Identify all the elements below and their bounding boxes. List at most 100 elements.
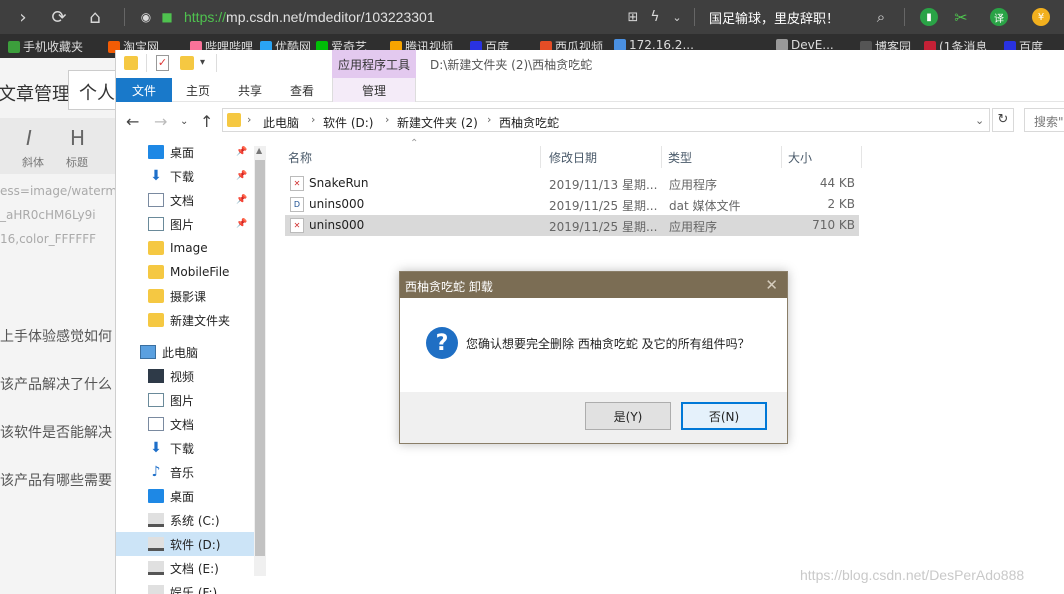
column-header-name[interactable]: 名称 xyxy=(282,146,541,168)
back-icon[interactable]: ← xyxy=(126,112,139,131)
search-icon[interactable]: ⌕ xyxy=(870,6,892,28)
tab-home[interactable]: 主页 xyxy=(174,78,222,102)
address-bar[interactable]: https://mp.csdn.net/mdeditor/103223301 xyxy=(184,9,435,25)
forward-icon[interactable]: › xyxy=(12,6,34,28)
nav-item[interactable]: 系统 (C:) xyxy=(116,508,256,532)
nav-scrollbar[interactable]: ▲ xyxy=(254,146,266,576)
dialog-message: 您确认想要完全删除 西柚贪吃蛇 及它的所有组件吗？ xyxy=(466,337,750,351)
forward-icon[interactable]: → xyxy=(154,112,167,131)
navigation-pane: 桌面 📌 ⬇ 下载 📌 文档 📌 图片 📌 Image MobileFile 摄影课 新建文件夹 此电脑视… xyxy=(116,138,266,594)
new-folder-icon[interactable] xyxy=(180,56,194,70)
breadcrumb-item[interactable]: 此电脑 xyxy=(263,114,299,131)
file-name: SnakeRun xyxy=(309,176,369,190)
nav-item[interactable]: 桌面 📌 xyxy=(116,140,256,164)
address-box[interactable]: › 此电脑 › 软件 (D:) › 新建文件夹 (2) › 西柚贪吃蛇 ⌄ xyxy=(222,108,990,132)
editor-tab[interactable]: 个人 xyxy=(68,70,115,110)
nav-item[interactable]: 软件 (D:) xyxy=(116,532,256,556)
document-icon xyxy=(148,193,164,207)
nav-item-label: 图片 xyxy=(170,393,195,408)
reload-icon[interactable]: ⟳ xyxy=(48,6,70,28)
no-button[interactable]: 否(N) xyxy=(681,402,767,430)
question-icon: ? xyxy=(426,327,458,359)
folder-icon[interactable] xyxy=(124,56,138,70)
heading-icon[interactable]: H xyxy=(70,126,85,150)
computer-icon xyxy=(140,345,156,359)
nav-item[interactable]: 文档 📌 xyxy=(116,188,256,212)
up-icon[interactable]: ↑ xyxy=(200,112,213,131)
nav-item-label: 文档 xyxy=(170,417,195,432)
column-header-type[interactable]: 类型 xyxy=(662,146,782,168)
breadcrumb-item[interactable]: 西柚贪吃蛇 xyxy=(499,114,559,131)
tab-share[interactable]: 共享 xyxy=(226,78,274,102)
properties-icon[interactable]: ✓ xyxy=(156,55,169,71)
nav-item[interactable]: MobileFile xyxy=(116,260,256,284)
tab-file[interactable]: 文件 xyxy=(116,78,172,102)
pin-icon[interactable]: 📌 xyxy=(236,147,247,157)
nav-item[interactable]: 此电脑 xyxy=(116,340,256,364)
dat-icon: D xyxy=(290,197,304,212)
nav-item[interactable]: 文档 (E:) xyxy=(116,556,256,580)
column-header-size[interactable]: 大小 xyxy=(782,146,862,168)
nav-item-label: 娱乐 (F:) xyxy=(170,585,218,594)
tab-view[interactable]: 查看 xyxy=(278,78,326,102)
search-input[interactable]: 搜索"西 xyxy=(1024,108,1064,132)
nav-item[interactable]: 视频 xyxy=(116,364,256,388)
scissors-icon[interactable]: ✂ xyxy=(950,6,972,28)
chevron-down-icon[interactable]: ⌄ xyxy=(180,116,188,127)
nav-item[interactable]: 桌面 xyxy=(116,484,256,508)
chevron-right-icon[interactable]: › xyxy=(385,113,389,126)
file-type: dat 媒体文件 xyxy=(669,199,741,213)
file-row[interactable]: ✕ unins000 2019/11/25 星期... 应用程序 710 KB xyxy=(285,215,859,236)
nav-item[interactable]: 图片 📌 xyxy=(116,212,256,236)
nav-item[interactable]: Image xyxy=(116,236,256,260)
refresh-icon[interactable]: ↻ xyxy=(992,108,1014,132)
nav-item[interactable]: 新建文件夹 xyxy=(116,308,256,332)
nav-item-label: Image xyxy=(170,241,208,255)
chevron-right-icon[interactable]: › xyxy=(247,113,251,126)
file-type: 应用程序 xyxy=(669,178,718,192)
file-row[interactable]: Dunins000 2019/11/25 星期... dat 媒体文件 2 KB xyxy=(285,194,859,215)
drive-icon xyxy=(148,561,164,575)
news-headline[interactable]: 国足输球，里皮辞职！ xyxy=(709,8,839,27)
lightning-icon[interactable]: ϟ xyxy=(644,6,666,28)
nav-item[interactable]: ⬇ 下载 xyxy=(116,436,256,460)
column-header-date[interactable]: 修改日期 xyxy=(543,146,662,168)
chevron-down-icon[interactable]: ▾ xyxy=(200,57,205,68)
grid-icon[interactable]: ⊞ xyxy=(622,6,644,28)
nav-item[interactable]: 摄影课 xyxy=(116,284,256,308)
ribbon-tabs: 文件 主页 共享 查看 管理 xyxy=(116,78,1064,102)
translate-icon[interactable]: 译 xyxy=(990,8,1008,26)
breadcrumb-item[interactable]: 新建文件夹 (2) xyxy=(397,114,478,131)
picture-icon xyxy=(148,393,164,407)
pin-icon[interactable]: 📌 xyxy=(236,219,247,229)
exe-icon: ✕ xyxy=(290,176,304,191)
chevron-down-icon[interactable]: ⌄ xyxy=(975,114,984,127)
nav-item[interactable]: 娱乐 (F:) xyxy=(116,580,256,594)
pin-icon[interactable]: 📌 xyxy=(236,195,247,205)
context-tool-label: 应用程序工具 xyxy=(332,50,416,78)
nav-item-label: 新建文件夹 xyxy=(170,313,231,328)
italic-icon[interactable]: I xyxy=(26,126,32,150)
home-icon[interactable]: ⌂ xyxy=(84,6,106,28)
pin-icon[interactable]: 📌 xyxy=(236,171,247,181)
nav-item[interactable]: 文档 xyxy=(116,412,256,436)
nav-item[interactable]: 图片 xyxy=(116,388,256,412)
close-icon[interactable]: ✕ xyxy=(765,276,778,294)
chevron-up-icon[interactable]: ▲ xyxy=(256,146,262,155)
tab-manage[interactable]: 管理 xyxy=(332,78,416,102)
bookmark-item[interactable]: 手机收藏夹 xyxy=(8,38,83,55)
book-icon[interactable]: ▮ xyxy=(920,8,938,26)
scrollbar-thumb[interactable] xyxy=(255,160,265,556)
chevron-right-icon[interactable]: › xyxy=(487,113,491,126)
yes-button[interactable]: 是(Y) xyxy=(585,402,671,430)
nav-item[interactable]: ♪ 音乐 xyxy=(116,460,256,484)
yuan-icon[interactable]: ¥ xyxy=(1032,8,1050,26)
chevron-down-icon[interactable]: ⌄ xyxy=(666,6,688,28)
page-title: 文章管理 xyxy=(0,84,70,105)
chevron-right-icon[interactable]: › xyxy=(311,113,315,126)
file-row[interactable]: ✕ SnakeRun 2019/11/13 星期... 应用程序 44 KB xyxy=(285,173,859,194)
nav-item-label: 文档 xyxy=(170,193,195,208)
question-line: 该产品解决了什么 xyxy=(0,377,112,393)
breadcrumb-item[interactable]: 软件 (D:) xyxy=(323,114,373,131)
nav-item[interactable]: ⬇ 下载 📌 xyxy=(116,164,256,188)
